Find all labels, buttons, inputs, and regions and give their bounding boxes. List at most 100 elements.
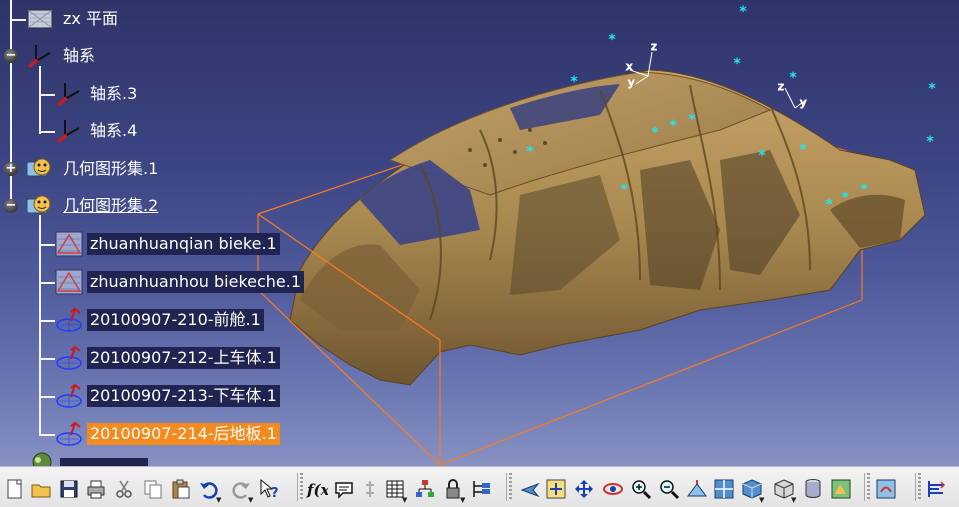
- svg-text:f(x): f(x): [306, 481, 328, 499]
- mesh-icon[interactable]: [55, 383, 83, 409]
- hide-show-icon: [805, 479, 821, 498]
- dropdown-arrow-icon[interactable]: ▼: [402, 496, 407, 504]
- knowledge-button[interactable]: [359, 478, 381, 500]
- dropdown-arrow-icon[interactable]: ▼: [759, 496, 764, 504]
- tree-connector: [39, 215, 41, 435]
- tree-node-label[interactable]: 轴系.3: [87, 83, 140, 105]
- tree-expand-button[interactable]: [414, 478, 436, 500]
- svg-text:*: *: [739, 4, 747, 20]
- svg-text:*: *: [733, 56, 741, 72]
- cloud-points-icon[interactable]: [55, 269, 83, 295]
- normal-view-button[interactable]: [686, 478, 708, 500]
- tree-node-label[interactable]: 轴系: [60, 45, 98, 67]
- paste-icon: [172, 479, 190, 499]
- paste-button[interactable]: [169, 478, 191, 500]
- cut-button[interactable]: [113, 478, 135, 500]
- copy-icon: [144, 480, 162, 499]
- zoom-out-icon: [660, 480, 680, 500]
- tree-connector: [39, 358, 55, 360]
- rotate-icon: [603, 483, 623, 495]
- fit-all-icon: [546, 479, 566, 499]
- comment-icon: [335, 482, 353, 499]
- whats-this-button[interactable]: ?: [258, 478, 280, 501]
- collapse-toggle[interactable]: −: [4, 49, 18, 63]
- tree-connector: [39, 94, 55, 96]
- tree-node-label[interactable]: 20100907-212-上车体.1: [87, 347, 280, 369]
- plane-icon[interactable]: [26, 6, 54, 32]
- pan-button[interactable]: [573, 478, 595, 500]
- tree-connector: [39, 320, 55, 322]
- multi-view-button[interactable]: [713, 478, 735, 500]
- update-icon: [876, 479, 896, 499]
- svg-text:*: *: [526, 144, 534, 160]
- toolbar-grip[interactable]: [300, 473, 303, 501]
- mesh-icon[interactable]: [55, 307, 83, 333]
- mesh-icon[interactable]: [55, 421, 83, 447]
- svg-text:*: *: [799, 142, 807, 158]
- tree-node-label[interactable]: zx 平面: [60, 8, 121, 30]
- expand-toggle[interactable]: +: [4, 162, 18, 176]
- fly-mode-button[interactable]: [519, 478, 541, 500]
- rotate-button[interactable]: [602, 478, 624, 500]
- tree-node-label[interactable]: 几何图形集.1: [60, 158, 161, 180]
- axis-system-icon[interactable]: [26, 43, 54, 69]
- toolbar-grip[interactable]: [509, 473, 512, 501]
- body-in-white: [289, 69, 926, 386]
- axis-system-icon[interactable]: [55, 118, 83, 144]
- axis-system-icon[interactable]: [55, 81, 83, 107]
- formula-button[interactable]: f(x): [306, 478, 337, 500]
- save-button[interactable]: [58, 478, 80, 500]
- hide-show-button[interactable]: [802, 478, 824, 500]
- svg-text:*: *: [758, 148, 766, 164]
- tree-node-label[interactable]: 20100907-214-后地板.1: [87, 423, 280, 445]
- save-icon: [60, 480, 78, 498]
- open-button[interactable]: [30, 478, 52, 500]
- tree-connector: [39, 244, 55, 246]
- tree-node-label[interactable]: 轴系.4: [87, 120, 140, 142]
- zoom-in-icon: [632, 480, 652, 500]
- new-icon: [7, 479, 22, 499]
- tree-connector: [39, 396, 55, 398]
- swap-space-button[interactable]: [830, 478, 852, 500]
- selection-icon: [473, 481, 490, 497]
- geometrical-set-icon[interactable]: [26, 193, 54, 219]
- comment-button[interactable]: [333, 478, 355, 500]
- svg-text:x: x: [626, 60, 633, 73]
- selection-button[interactable]: [471, 478, 493, 500]
- tree-node-label[interactable]: 20100907-213-下车体.1: [87, 385, 280, 407]
- tree-connector: [10, 19, 26, 21]
- dropdown-arrow-icon[interactable]: ▼: [216, 496, 221, 504]
- copy-button[interactable]: [142, 478, 164, 500]
- multi-view-icon: [714, 479, 734, 499]
- update-button[interactable]: [875, 478, 897, 500]
- toolbar-grip[interactable]: [867, 473, 870, 501]
- specification-tree[interactable]: zx 平面 − 轴系轴系.3 轴系.4 + 几何图形集.1 − 几何图形集.2 zhuanhua…: [0, 0, 330, 466]
- new-button[interactable]: [4, 478, 26, 500]
- mesh-icon[interactable]: [55, 345, 83, 371]
- knowledge-icon: [366, 481, 374, 497]
- svg-text:z: z: [651, 40, 657, 53]
- fit-all-button[interactable]: [545, 478, 567, 500]
- zoom-out-button[interactable]: [658, 478, 680, 500]
- tree-node-label[interactable]: zhuanhuanqian bieke.1: [87, 233, 280, 255]
- measure-button[interactable]: [925, 478, 947, 500]
- cut-icon: [116, 480, 132, 498]
- open-icon: [31, 484, 51, 498]
- print-icon: [87, 480, 105, 499]
- dropdown-arrow-icon[interactable]: ▼: [460, 496, 465, 504]
- cloud-points-icon[interactable]: [55, 231, 83, 257]
- tree-node-label[interactable]: 几何图形集.2: [60, 195, 161, 217]
- dropdown-arrow-icon[interactable]: ▼: [248, 496, 253, 504]
- geometrical-set-icon[interactable]: [26, 156, 54, 182]
- tree-node-label[interactable]: 20100907-210-前舱.1: [87, 309, 264, 331]
- collapse-toggle[interactable]: −: [4, 199, 18, 213]
- dropdown-arrow-icon[interactable]: ▼: [791, 496, 796, 504]
- zoom-in-button[interactable]: [630, 478, 652, 500]
- tree-expand-icon: [416, 480, 434, 497]
- normal-view-icon: [687, 480, 707, 497]
- svg-text:*: *: [608, 32, 616, 48]
- 3d-viewport[interactable]: zxy zy * * * * * * * * * * * * * * * * * zx 平面 − 轴系 轴系…: [0, 0, 959, 466]
- print-button[interactable]: [85, 478, 107, 500]
- tree-node-label[interactable]: zhuanhuanhou biekeche.1: [87, 271, 305, 293]
- toolbar-grip[interactable]: [918, 473, 921, 501]
